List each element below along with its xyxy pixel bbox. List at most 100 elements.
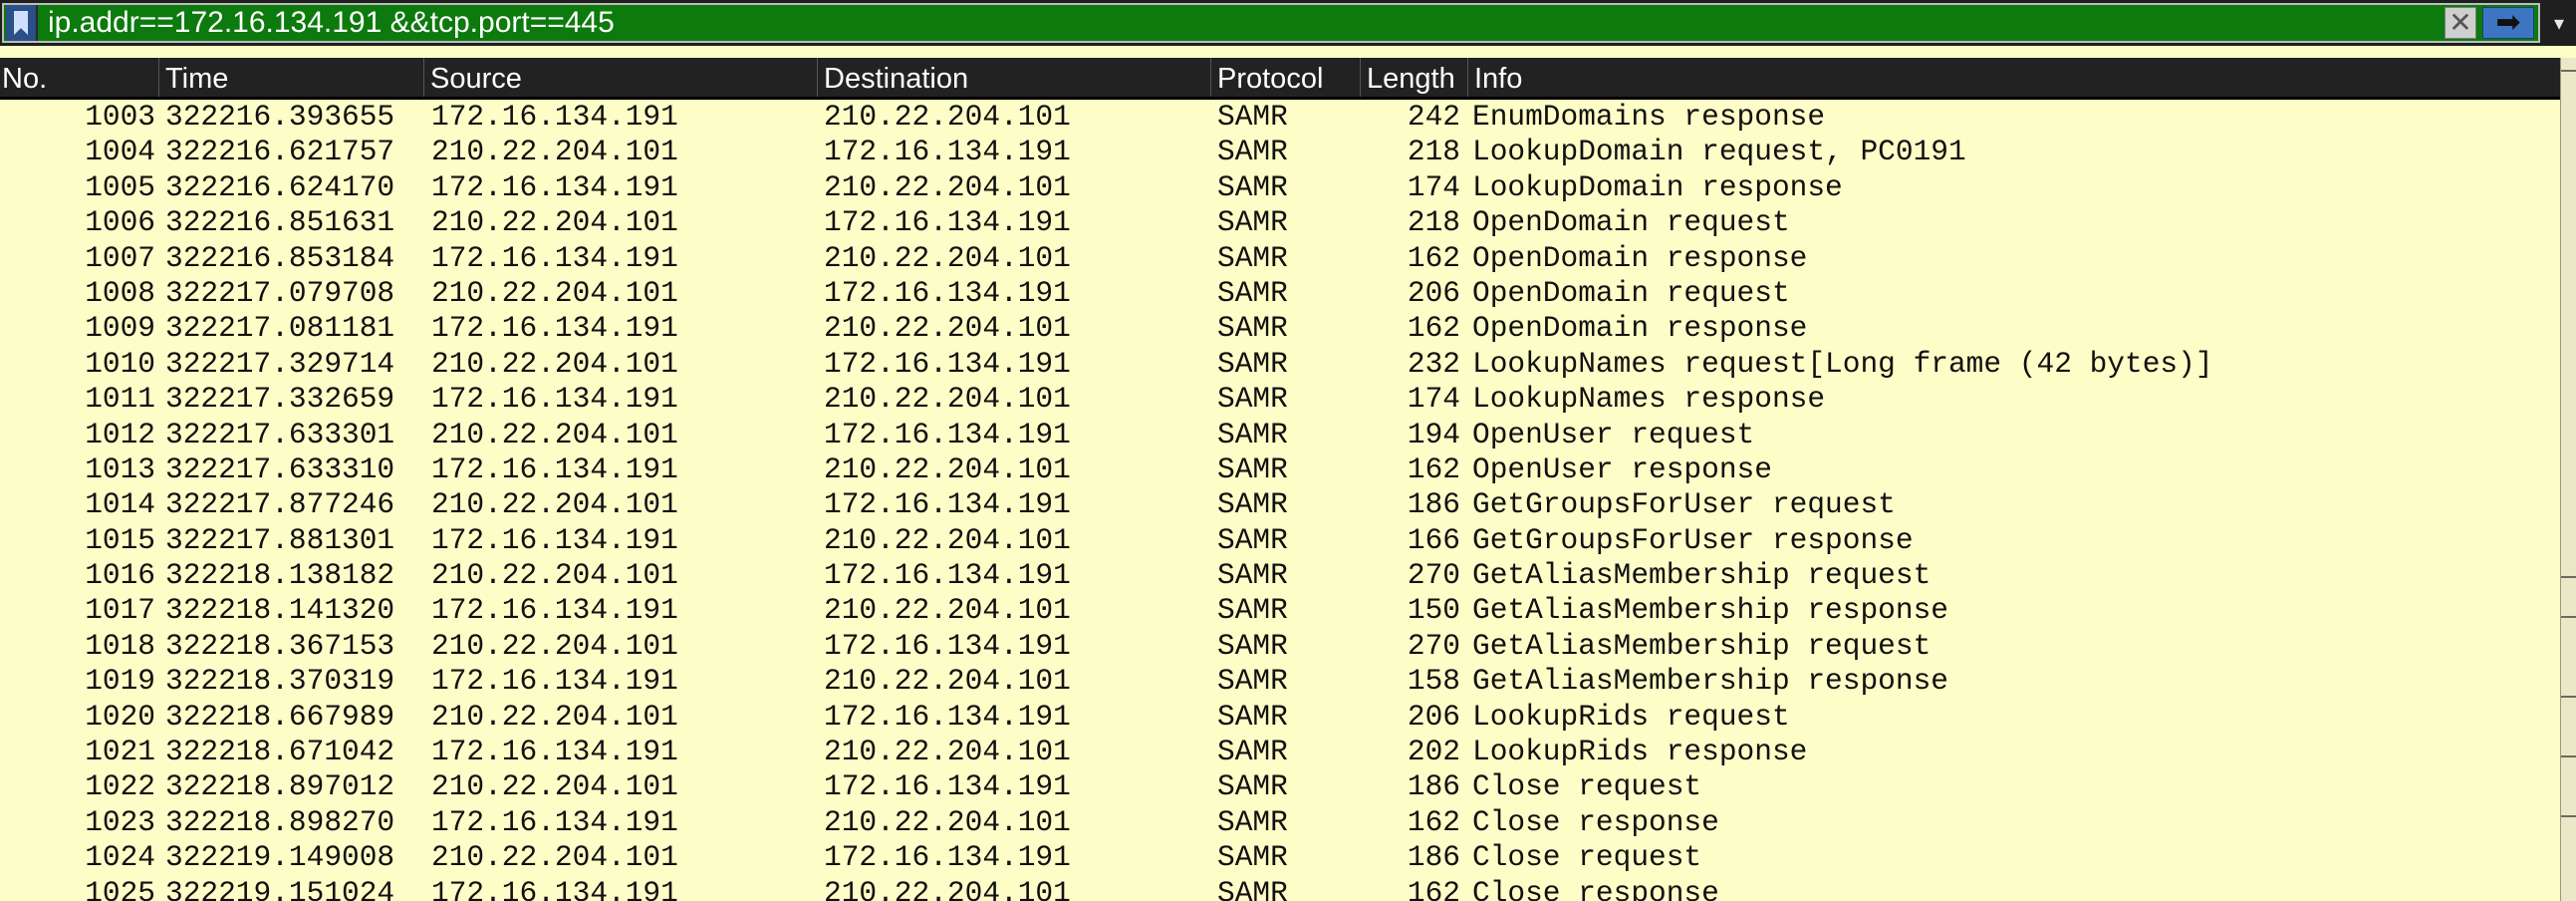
packet-row[interactable]: 1003 322216.393655 172.16.134.191 210.22.20… bbox=[0, 100, 2560, 136]
packet-row[interactable]: 1018 322218.367153 210.22.204.101 172.16.13… bbox=[0, 628, 2560, 665]
packet-time: 322216.624170 bbox=[165, 169, 395, 204]
packet-list-scrollbar[interactable] bbox=[2560, 58, 2576, 901]
packet-destination: 210.22.204.101 bbox=[824, 735, 1071, 769]
packet-protocol: SAMR bbox=[1217, 804, 1288, 839]
packet-time: 322219.149008 bbox=[165, 840, 395, 875]
packet-info: LookupDomain request, PC0191 bbox=[1472, 135, 1966, 169]
arrow-right-icon: ➡ bbox=[2495, 6, 2521, 39]
packet-protocol: SAMR bbox=[1217, 417, 1288, 451]
packet-no: 1017 bbox=[85, 593, 155, 628]
packet-time: 322218.370319 bbox=[165, 664, 395, 699]
packet-destination: 210.22.204.101 bbox=[824, 451, 1071, 486]
packet-no: 1021 bbox=[85, 735, 155, 769]
packet-row[interactable]: 1020 322218.667989 210.22.204.101 172.16.13… bbox=[0, 699, 2560, 736]
packet-protocol: SAMR bbox=[1217, 311, 1288, 346]
packet-row[interactable]: 1015 322217.881301 172.16.134.191 210.22.20… bbox=[0, 522, 2560, 559]
column-header-source[interactable]: Source bbox=[424, 58, 818, 97]
packet-row[interactable]: 1011 322217.332659 172.16.134.191 210.22.20… bbox=[0, 382, 2560, 418]
packet-row[interactable]: 1014 322217.877246 210.22.204.101 172.16.13… bbox=[0, 487, 2560, 523]
packet-destination: 210.22.204.101 bbox=[824, 240, 1071, 275]
display-filter-input[interactable]: ip.addr==172.16.134.191 &&tcp.port==445 … bbox=[2, 3, 2540, 43]
packet-protocol: SAMR bbox=[1217, 769, 1288, 804]
packet-info: OpenDomain request bbox=[1472, 205, 1790, 240]
packet-source: 172.16.134.191 bbox=[431, 100, 678, 134]
column-header-no[interactable]: No. bbox=[0, 58, 159, 97]
packet-length: 174 bbox=[1407, 169, 1460, 204]
packet-info: LookupRids request bbox=[1472, 699, 1790, 734]
packet-no: 1005 bbox=[85, 169, 155, 204]
filter-history-dropdown[interactable]: ▾ bbox=[2546, 8, 2572, 38]
packet-row[interactable]: 1022 322218.897012 210.22.204.101 172.16.13… bbox=[0, 769, 2560, 805]
packet-time: 322217.633301 bbox=[165, 417, 395, 451]
chevron-down-icon: ▾ bbox=[2553, 12, 2565, 35]
packet-no: 1008 bbox=[85, 275, 155, 310]
packet-row[interactable]: 1017 322218.141320 172.16.134.191 210.22.20… bbox=[0, 593, 2560, 629]
packet-time: 322218.667989 bbox=[165, 699, 395, 734]
packet-info: GetAliasMembership response bbox=[1472, 593, 1948, 628]
packet-row[interactable]: 1016 322218.138182 210.22.204.101 172.16.13… bbox=[0, 558, 2560, 594]
packet-row[interactable]: 1007 322216.853184 172.16.134.191 210.22.20… bbox=[0, 240, 2560, 276]
scrollbar-marker bbox=[2561, 70, 2576, 72]
packet-info: GetGroupsForUser response bbox=[1472, 522, 1914, 557]
column-header-destination[interactable]: Destination bbox=[818, 58, 1211, 97]
packet-time: 322218.367153 bbox=[165, 628, 395, 663]
packet-protocol: SAMR bbox=[1217, 522, 1288, 557]
packet-protocol: SAMR bbox=[1217, 593, 1288, 628]
packet-destination: 172.16.134.191 bbox=[824, 135, 1071, 169]
column-header-protocol[interactable]: Protocol bbox=[1211, 58, 1361, 97]
packet-destination: 172.16.134.191 bbox=[824, 205, 1071, 240]
packet-row[interactable]: 1013 322217.633310 172.16.134.191 210.22.20… bbox=[0, 451, 2560, 488]
packet-row[interactable]: 1025 322219.151024 172.16.134.191 210.22.20… bbox=[0, 875, 2560, 901]
packet-source: 172.16.134.191 bbox=[431, 522, 678, 557]
packet-time: 322217.332659 bbox=[165, 382, 395, 417]
packet-time: 322219.151024 bbox=[165, 875, 395, 901]
packet-protocol: SAMR bbox=[1217, 382, 1288, 417]
packet-protocol: SAMR bbox=[1217, 628, 1288, 663]
packet-row[interactable]: 1024 322219.149008 210.22.204.101 172.16.13… bbox=[0, 840, 2560, 876]
packet-protocol: SAMR bbox=[1217, 346, 1288, 381]
packet-row[interactable]: 1023 322218.898270 172.16.134.191 210.22.20… bbox=[0, 804, 2560, 841]
column-header-time[interactable]: Time bbox=[159, 58, 424, 97]
packet-length: 242 bbox=[1407, 100, 1460, 134]
packet-destination: 172.16.134.191 bbox=[824, 558, 1071, 593]
packet-row[interactable]: 1012 322217.633301 210.22.204.101 172.16.13… bbox=[0, 417, 2560, 452]
packet-info: OpenUser request bbox=[1472, 417, 1755, 451]
packet-info: OpenDomain response bbox=[1472, 311, 1808, 346]
packet-row[interactable]: 1019 322218.370319 172.16.134.191 210.22.20… bbox=[0, 664, 2560, 700]
packet-info: GetAliasMembership request bbox=[1472, 558, 1932, 593]
packet-no: 1020 bbox=[85, 699, 155, 734]
packet-length: 218 bbox=[1407, 205, 1460, 240]
packet-no: 1018 bbox=[85, 628, 155, 663]
packet-source: 172.16.134.191 bbox=[431, 240, 678, 275]
packet-row[interactable]: 1021 322218.671042 172.16.134.191 210.22.20… bbox=[0, 735, 2560, 770]
packet-protocol: SAMR bbox=[1217, 699, 1288, 734]
packet-row[interactable]: 1009 322217.081181 172.16.134.191 210.22.20… bbox=[0, 311, 2560, 347]
packet-no: 1024 bbox=[85, 840, 155, 875]
packet-row[interactable]: 1005 322216.624170 172.16.134.191 210.22.20… bbox=[0, 169, 2560, 206]
packet-length: 158 bbox=[1407, 664, 1460, 699]
packet-info: Close request bbox=[1472, 769, 1702, 804]
apply-filter-button[interactable]: ➡ bbox=[2482, 7, 2534, 39]
packet-protocol: SAMR bbox=[1217, 558, 1288, 593]
packet-time: 322216.853184 bbox=[165, 240, 395, 275]
packet-destination: 172.16.134.191 bbox=[824, 840, 1071, 875]
clear-filter-button[interactable]: ✕ bbox=[2445, 7, 2476, 39]
packet-row[interactable]: 1004 322216.621757 210.22.204.101 172.16.13… bbox=[0, 135, 2560, 170]
column-header-info[interactable]: Info bbox=[1468, 58, 2560, 97]
packet-row[interactable]: 1008 322217.079708 210.22.204.101 172.16.13… bbox=[0, 275, 2560, 312]
display-filter-text[interactable]: ip.addr==172.16.134.191 &&tcp.port==445 bbox=[48, 6, 2445, 40]
packet-row[interactable]: 1010 322217.329714 210.22.204.101 172.16.13… bbox=[0, 346, 2560, 383]
packet-source: 210.22.204.101 bbox=[431, 275, 678, 310]
packet-row[interactable]: 1006 322216.851631 210.22.204.101 172.16.13… bbox=[0, 205, 2560, 241]
packet-info: EnumDomains response bbox=[1472, 100, 1826, 134]
column-header-length[interactable]: Length bbox=[1361, 58, 1468, 97]
filter-bookmark-button[interactable] bbox=[6, 5, 38, 41]
packet-destination: 210.22.204.101 bbox=[824, 382, 1071, 417]
packet-source: 172.16.134.191 bbox=[431, 875, 678, 901]
packet-time: 322217.081181 bbox=[165, 311, 395, 346]
packet-info: Close response bbox=[1472, 804, 1719, 839]
packet-length: 186 bbox=[1407, 840, 1460, 875]
packet-info: GetGroupsForUser request bbox=[1472, 487, 1896, 522]
packet-protocol: SAMR bbox=[1217, 240, 1288, 275]
packet-length: 218 bbox=[1407, 135, 1460, 169]
